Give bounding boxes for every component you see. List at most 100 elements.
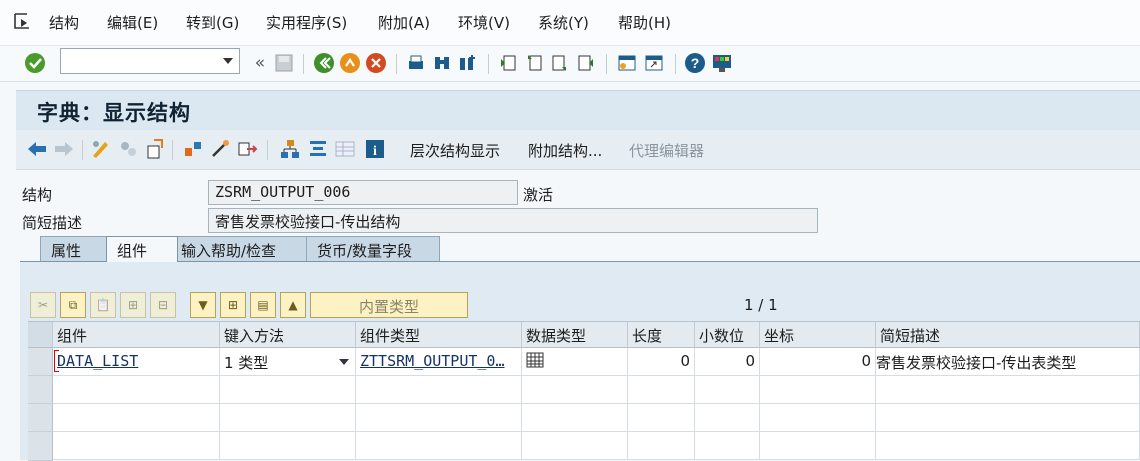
svg-text:?: ? [691, 55, 700, 71]
status-text: 激活 [523, 186, 554, 204]
table-row[interactable]: DATA_LIST [53, 348, 220, 376]
column-header-coord[interactable]: 坐标 [760, 322, 876, 348]
empty-cell[interactable] [876, 404, 1140, 432]
length-cell: 0 [628, 348, 695, 376]
deselect-all-icon[interactable]: ▤ [250, 292, 276, 318]
short-desc-label: 简短描述 [22, 214, 83, 232]
empty-cell[interactable] [53, 376, 220, 404]
empty-cell[interactable] [760, 404, 876, 432]
empty-cell[interactable] [695, 404, 760, 432]
collapse-icon[interactable]: « [249, 52, 271, 74]
prev-page-icon[interactable] [523, 52, 545, 74]
column-header-length[interactable]: 长度 [628, 322, 695, 348]
help-icon[interactable]: ? [684, 52, 706, 74]
menu-utilities[interactable]: 实用程序(S) [266, 12, 347, 33]
menu-system[interactable]: 系统(Y) [538, 12, 589, 33]
menu-extras[interactable]: 附加(A) [378, 12, 430, 33]
empty-cell[interactable] [522, 376, 628, 404]
short-desc-field[interactable]: 寄售发票校验接口-传出结构 [208, 208, 818, 233]
menu-edit[interactable]: 编辑(E) [107, 12, 158, 33]
component-name[interactable]: DATA_LIST [57, 352, 138, 370]
technical-settings-icon[interactable] [307, 138, 329, 160]
empty-cell[interactable] [522, 404, 628, 432]
empty-cell[interactable] [628, 432, 695, 460]
empty-cell[interactable] [876, 376, 1140, 404]
column-header-desc[interactable]: 简短描述 [876, 322, 1140, 348]
column-header-typing[interactable]: 键入方法 [220, 322, 356, 348]
menu-help[interactable]: 帮助(H) [618, 12, 671, 33]
row-selector[interactable] [28, 432, 53, 461]
chevron-down-icon[interactable] [223, 58, 233, 64]
system-menu-icon[interactable] [13, 11, 35, 31]
column-header-decimals[interactable]: 小数位 [695, 322, 760, 348]
empty-cell[interactable] [356, 432, 522, 460]
components-table: 组件 键入方法 组件类型 数据类型 长度 小数位 坐标 简短描述 DATA_LI… [28, 321, 1140, 461]
row-selector[interactable] [28, 404, 53, 432]
application-toolbar: i 层次结构显示 附加结构... 代理编辑器 [16, 130, 1140, 170]
expand-icon[interactable]: ▲ [280, 292, 306, 318]
navigate-icon[interactable] [236, 138, 258, 160]
column-header-data-type[interactable]: 数据类型 [522, 322, 628, 348]
empty-cell[interactable] [695, 376, 760, 404]
exit-icon[interactable] [339, 52, 361, 74]
chevron-down-icon[interactable] [339, 359, 349, 365]
customize-icon[interactable] [711, 52, 733, 74]
find-icon[interactable] [431, 52, 453, 74]
check-icon[interactable] [24, 52, 46, 74]
display-change-icon[interactable] [90, 138, 112, 160]
arrow-left-icon[interactable] [26, 138, 48, 160]
empty-cell[interactable] [53, 404, 220, 432]
empty-cell[interactable] [356, 404, 522, 432]
menu-environment[interactable]: 环境(V) [458, 12, 510, 33]
shortcut-icon[interactable] [643, 52, 665, 74]
empty-cell[interactable] [220, 432, 356, 460]
row-selector[interactable] [28, 348, 53, 376]
column-header-comp-type[interactable]: 组件类型 [356, 322, 522, 348]
empty-cell[interactable] [356, 376, 522, 404]
find-next-icon[interactable] [457, 52, 479, 74]
delete-row-icon: ⊟ [150, 292, 176, 318]
select-all-icon[interactable]: ⊞ [220, 292, 246, 318]
empty-cell[interactable] [760, 376, 876, 404]
empty-cell[interactable] [695, 432, 760, 460]
tab-currency-quantity[interactable]: 货币/数量字段 [306, 236, 440, 262]
print-icon[interactable] [405, 52, 427, 74]
where-used-icon[interactable] [144, 138, 166, 160]
column-header-component[interactable]: 组件 [53, 322, 220, 348]
typing-method-select[interactable]: 1 类型 [220, 348, 356, 376]
tab-input-help[interactable]: 输入帮助/检查 [170, 236, 318, 262]
empty-cell[interactable] [876, 432, 1140, 460]
empty-cell[interactable] [220, 404, 356, 432]
object-list-icon[interactable] [182, 138, 204, 160]
table-view-icon [334, 138, 356, 160]
sort-icon[interactable]: ▼ [190, 292, 216, 318]
last-page-icon[interactable] [575, 52, 597, 74]
empty-cell[interactable] [760, 432, 876, 460]
menu-goto[interactable]: 转到(G) [186, 12, 239, 33]
empty-cell[interactable] [628, 404, 695, 432]
append-structure-button[interactable]: 附加结构... [528, 140, 602, 161]
cancel-icon[interactable] [365, 52, 387, 74]
copy-icon[interactable]: ⧉ [60, 292, 86, 318]
back-icon[interactable] [313, 52, 335, 74]
hierarchy-icon[interactable] [279, 138, 301, 160]
hierarchy-display-button[interactable]: 层次结构显示 [410, 140, 500, 161]
next-page-icon[interactable] [549, 52, 571, 74]
component-type-cell[interactable]: ZTTSRM_OUTPUT_0… [356, 348, 522, 376]
structure-name-field[interactable]: ZSRM_OUTPUT_006 [208, 180, 518, 205]
menu-structure[interactable]: 结构 [49, 12, 79, 33]
empty-cell[interactable] [220, 376, 356, 404]
info-icon[interactable]: i [364, 138, 386, 160]
builtin-type-button: 内置类型 [310, 292, 468, 318]
first-page-icon[interactable] [497, 52, 519, 74]
tab-components[interactable]: 组件 [106, 236, 178, 262]
magic-wand-icon[interactable] [209, 138, 231, 160]
row-selector[interactable] [28, 376, 53, 404]
component-type-link[interactable]: ZTTSRM_OUTPUT_0… [360, 352, 505, 370]
new-session-icon[interactable] [616, 52, 638, 74]
empty-cell[interactable] [53, 432, 220, 460]
empty-cell[interactable] [628, 376, 695, 404]
empty-cell[interactable] [522, 432, 628, 460]
command-field[interactable] [60, 48, 240, 74]
select-all-corner[interactable] [28, 322, 53, 348]
